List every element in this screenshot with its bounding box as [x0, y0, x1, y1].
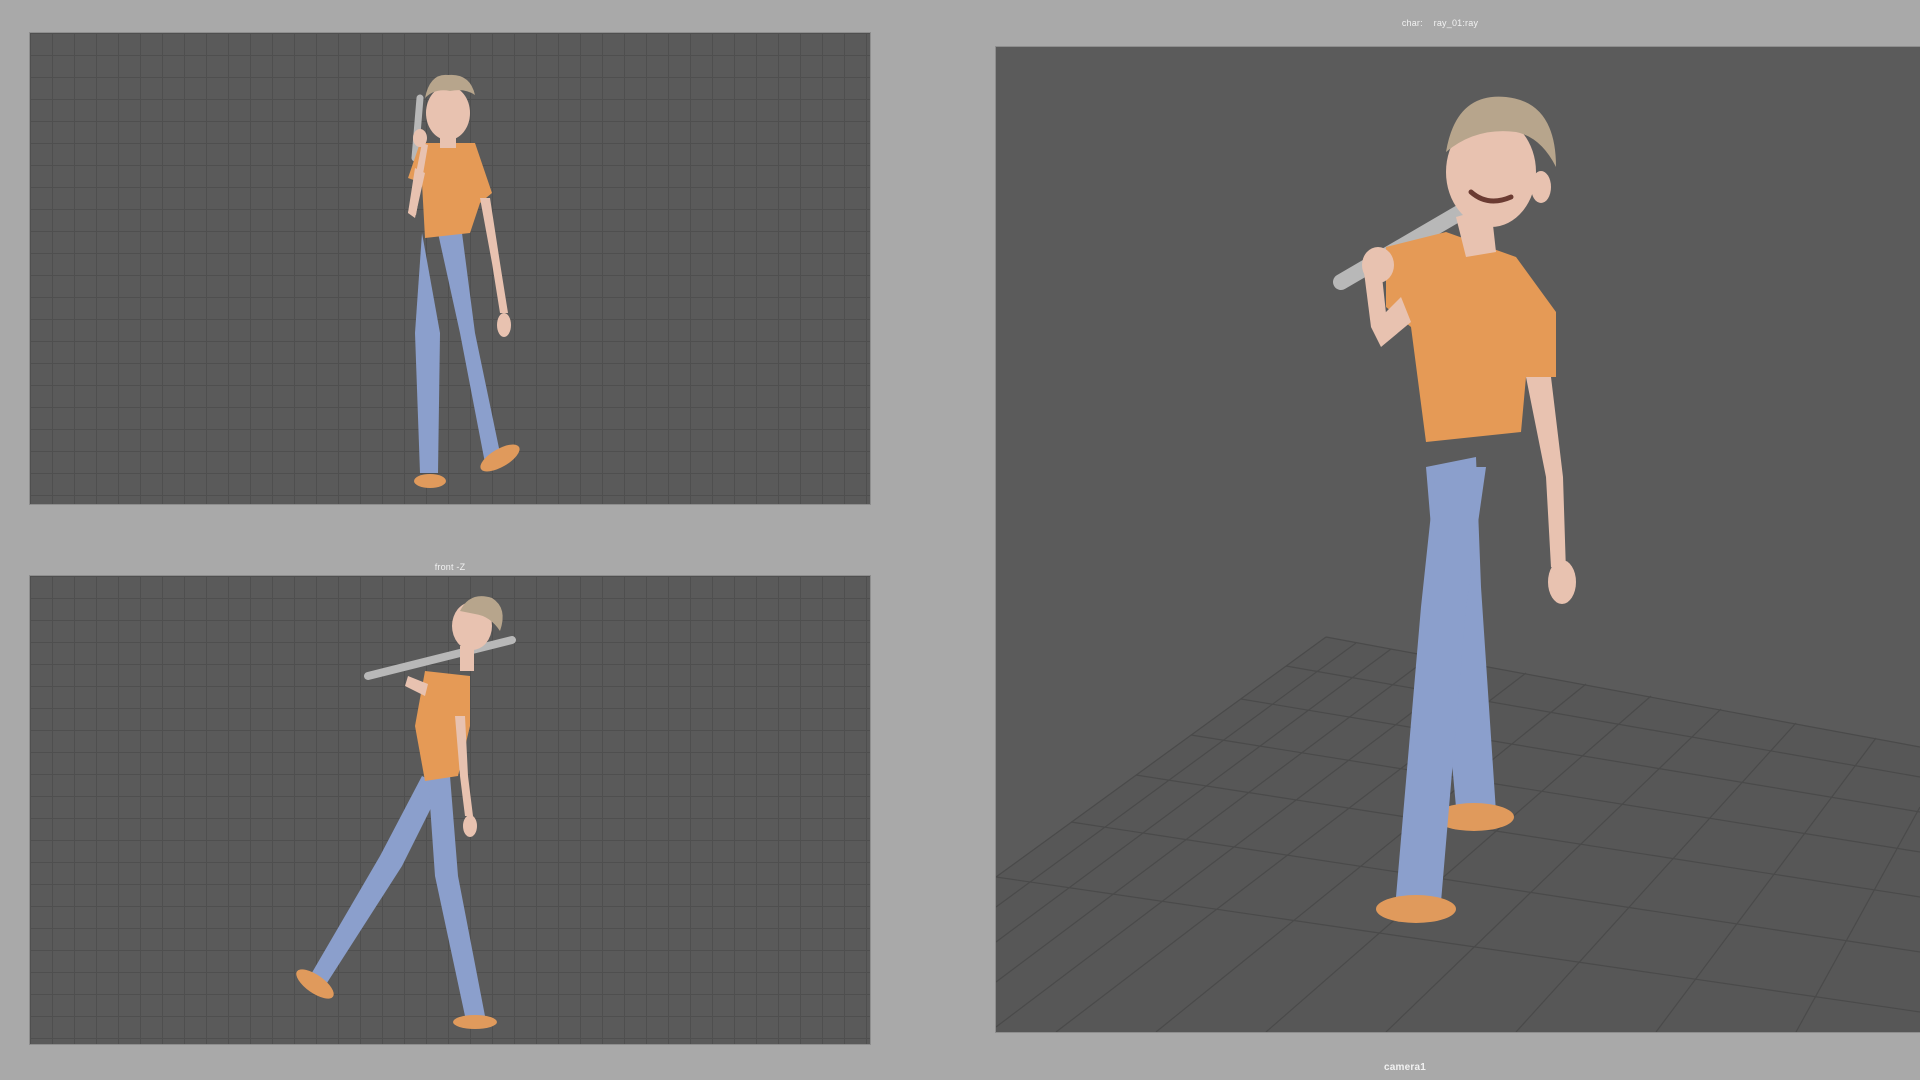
- side-viewport-label: front -Z: [434, 562, 466, 572]
- side-viewport[interactable]: [30, 576, 870, 1044]
- camera-viewport-label: camera1: [1384, 1062, 1426, 1073]
- camera-view-scene[interactable]: [996, 47, 1920, 1032]
- character-header: char: ray_01:ray: [1350, 18, 1530, 28]
- front-viewport[interactable]: [30, 33, 870, 504]
- camera-viewport[interactable]: [996, 47, 1920, 1032]
- character-front-view[interactable]: [30, 33, 870, 504]
- character-header-value: ray_01:ray: [1433, 18, 1479, 28]
- character-side-view[interactable]: [30, 576, 870, 1044]
- character-header-key: char:: [1401, 18, 1423, 28]
